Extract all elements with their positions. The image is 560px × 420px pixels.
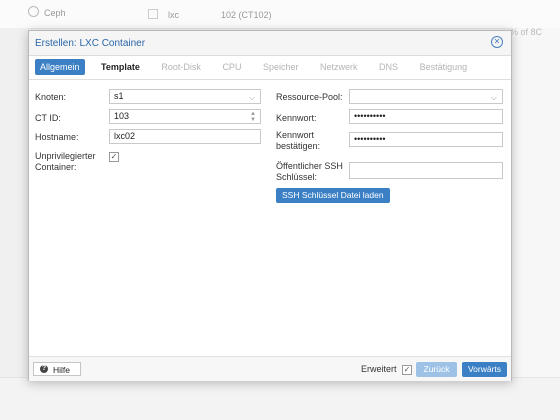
dialog-titlebar: Erstellen: LXC Container ✕ [29,31,511,56]
kennwort-confirm-label-line2: bestätigen: [276,141,321,151]
back-button[interactable]: Zurück [416,362,457,377]
ctid-value: 103 [114,111,130,121]
tab-bestaetigung: Bestätigung [419,62,468,72]
tab-root-disk: Root-Disk [161,62,201,72]
background-left-panel [0,28,28,388]
knoten-select[interactable]: s1 ⌵ [109,89,261,104]
unprivileged-label-line1: Unprivilegierter [35,151,96,161]
pool-select[interactable]: ⌵ [349,89,503,104]
ssh-key-input[interactable] [349,162,503,179]
hostname-value: lxc02 [114,131,136,141]
hostname-input[interactable]: lxc02 [109,129,261,144]
advanced-label: Erweitert [361,364,397,374]
spinner-icon[interactable]: ▲ ▼ [250,111,256,123]
background-right-panel [510,28,560,377]
background-usage-fragment: % of 8C [510,27,543,37]
help-button-label: Hilfe [53,365,71,375]
ssh-key-label-line1: Öffentlicher SSH [276,161,343,171]
background-row: lxc 102 (CT102) [148,9,272,20]
kennwort-value: •••••••••• [354,111,386,121]
row-type: lxc [168,10,179,20]
tree-item-label: Ceph [44,8,66,18]
ssh-key-load-button[interactable]: SSH Schlüssel Datei laden [276,188,390,203]
knoten-label: Knoten: [35,92,67,102]
help-button[interactable]: ? Hilfe [33,362,81,376]
ssh-key-label-line2: Schlüssel: [276,172,318,182]
tab-speicher: Speicher [262,62,299,72]
tab-divider [29,79,511,80]
background-toolbar: Ceph lxc 102 (CT102) [0,0,560,29]
tree-item-ceph: Ceph [28,6,66,18]
tab-dns: DNS [379,62,399,72]
background-log-panel [0,377,560,420]
kennwort-confirm-label: Kennwort bestätigen: [276,130,320,152]
tab-template[interactable]: Template [96,59,145,75]
tab-cpu: CPU [222,62,242,72]
ssh-key-label: Öffentlicher SSH Schlüssel: [276,161,343,183]
close-icon[interactable]: ✕ [491,36,503,48]
ctid-input[interactable]: 103 ▲ ▼ [109,109,261,124]
kennwort-confirm-value: •••••••••• [354,134,386,144]
unprivileged-checkbox[interactable]: ✓ [109,152,119,162]
dialog-title: Erstellen: LXC Container [35,38,146,49]
knoten-value: s1 [114,91,124,101]
ceph-icon [28,6,39,17]
chevron-down-icon: ⌵ [248,93,255,102]
next-button[interactable]: Vorwärts [462,362,507,377]
row-id: 102 (CT102) [221,10,272,20]
advanced-checkbox[interactable]: ✓ [402,365,412,375]
dialog-footer: ? Hilfe Erweitert ✓ Zurück Vorwärts [29,356,511,381]
unprivileged-label: Unprivilegierter Container: [35,151,96,173]
row-checkbox [148,9,158,19]
ctid-label: CT ID: [35,113,61,123]
tab-allgemein[interactable]: Allgemein [35,59,85,75]
tab-netzwerk: Netzwerk [320,62,358,72]
wizard-tabs: Allgemein Template Root-Disk CPU Speiche… [35,59,481,77]
kennwort-confirm-input[interactable]: •••••••••• [349,132,503,147]
help-icon: ? [40,365,48,373]
hostname-label: Hostname: [35,132,79,142]
kennwort-label: Kennwort: [276,113,317,123]
pool-label: Ressource-Pool: [276,92,343,102]
create-lxc-dialog: Erstellen: LXC Container ✕ Allgemein Tem… [28,30,512,381]
kennwort-input[interactable]: •••••••••• [349,109,503,124]
unprivileged-label-line2: Container: [35,162,77,172]
kennwort-confirm-label-line1: Kennwort [276,130,315,140]
chevron-down-icon: ⌵ [490,93,497,102]
